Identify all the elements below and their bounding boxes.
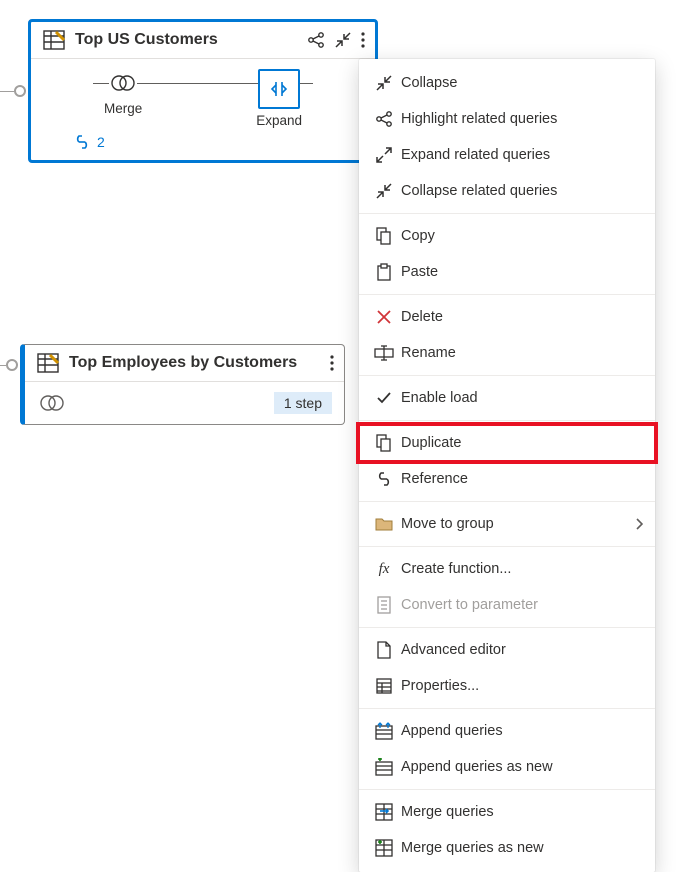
- menu-label: Duplicate: [401, 435, 643, 451]
- step-label: Expand: [256, 113, 302, 128]
- checkmark-icon: [371, 390, 397, 406]
- reference-icon: [371, 472, 397, 486]
- menu-label: Enable load: [401, 390, 643, 406]
- menu-label: Delete: [401, 309, 643, 325]
- menu-separator: [359, 420, 655, 421]
- reference-count[interactable]: 2: [31, 134, 375, 160]
- menu-item-advanced-editor[interactable]: Advanced editor: [359, 632, 655, 668]
- connector-node: [6, 359, 18, 371]
- menu-label: Rename: [401, 345, 643, 361]
- menu-label: Expand related queries: [401, 147, 643, 163]
- editor-icon: [371, 641, 397, 659]
- menu-item-rename[interactable]: Rename: [359, 335, 655, 371]
- chevron-right-icon: [635, 518, 643, 530]
- menu-separator: [359, 501, 655, 502]
- menu-item-append-queries[interactable]: Append queries: [359, 713, 655, 749]
- more-icon[interactable]: [330, 354, 334, 372]
- more-icon[interactable]: [361, 31, 365, 49]
- menu-label: Highlight related queries: [401, 111, 643, 127]
- parameter-icon: [371, 596, 397, 614]
- menu-label: Collapse related queries: [401, 183, 643, 199]
- card-body: Merge Expand: [31, 59, 375, 134]
- menu-item-duplicate[interactable]: Duplicate: [359, 425, 655, 461]
- menu-label: Properties...: [401, 678, 643, 694]
- menu-item-append-as-new[interactable]: Append queries as new: [359, 749, 655, 785]
- menu-separator: [359, 627, 655, 628]
- card-title: Top US Customers: [75, 31, 299, 49]
- table-icon: [41, 30, 67, 50]
- table-icon: [35, 353, 61, 373]
- menu-separator: [359, 789, 655, 790]
- menu-label: Append queries as new: [401, 759, 643, 775]
- step-label: Merge: [104, 101, 142, 116]
- copy-icon: [371, 227, 397, 245]
- menu-item-collapse-related[interactable]: Collapse related queries: [359, 173, 655, 209]
- collapse-icon: [371, 75, 397, 91]
- card-header: Top Employees by Customers: [25, 345, 344, 382]
- paste-icon: [371, 263, 397, 281]
- append-icon: [371, 722, 397, 740]
- menu-separator: [359, 213, 655, 214]
- share-icon[interactable]: [307, 31, 325, 49]
- connector-line: [0, 365, 6, 366]
- menu-item-create-function[interactable]: fx Create function...: [359, 551, 655, 587]
- card-body: 1 step: [25, 382, 344, 424]
- connector-line: [0, 91, 14, 92]
- menu-item-collapse[interactable]: Collapse: [359, 65, 655, 101]
- rename-icon: [371, 345, 397, 361]
- menu-label: Create function...: [401, 561, 643, 577]
- merge-icon[interactable]: [39, 393, 65, 413]
- menu-item-expand-related[interactable]: Expand related queries: [359, 137, 655, 173]
- menu-item-enable-load[interactable]: Enable load: [359, 380, 655, 416]
- connector-node: [14, 85, 26, 97]
- card-header: Top US Customers: [31, 22, 375, 59]
- menu-label: Reference: [401, 471, 643, 487]
- delete-icon: [371, 309, 397, 325]
- function-icon: fx: [371, 561, 397, 578]
- menu-label: Append queries: [401, 723, 643, 739]
- menu-item-paste[interactable]: Paste: [359, 254, 655, 290]
- menu-item-merge-queries[interactable]: Merge queries: [359, 794, 655, 830]
- menu-item-reference[interactable]: Reference: [359, 461, 655, 497]
- query-card-top-employees[interactable]: Top Employees by Customers 1 step: [20, 344, 345, 425]
- menu-label: Advanced editor: [401, 642, 643, 658]
- properties-icon: [371, 678, 397, 694]
- merge-icon: [371, 803, 397, 821]
- share-icon: [371, 110, 397, 128]
- query-context-menu: Collapse Highlight related queries Expan…: [359, 59, 655, 872]
- step-expand[interactable]: Expand: [256, 69, 302, 128]
- menu-label: Merge queries: [401, 804, 643, 820]
- menu-item-move-to-group[interactable]: Move to group: [359, 506, 655, 542]
- menu-separator: [359, 294, 655, 295]
- menu-label: Paste: [401, 264, 643, 280]
- menu-label: Convert to parameter: [401, 597, 643, 613]
- menu-separator: [359, 708, 655, 709]
- step-count-badge[interactable]: 1 step: [274, 392, 332, 414]
- menu-item-highlight-related[interactable]: Highlight related queries: [359, 101, 655, 137]
- reference-count-value: 2: [97, 134, 105, 150]
- merge-new-icon: [371, 839, 397, 857]
- duplicate-icon: [371, 434, 397, 452]
- folder-icon: [371, 517, 397, 531]
- expand-icon: [371, 147, 397, 163]
- menu-label: Move to group: [401, 516, 631, 532]
- menu-label: Copy: [401, 228, 643, 244]
- collapse-icon: [371, 183, 397, 199]
- menu-separator: [359, 375, 655, 376]
- menu-label: Merge queries as new: [401, 840, 643, 856]
- card-title: Top Employees by Customers: [69, 354, 322, 372]
- step-merge[interactable]: Merge: [104, 69, 142, 116]
- menu-item-convert-to-parameter: Convert to parameter: [359, 587, 655, 623]
- collapse-icon[interactable]: [335, 32, 351, 48]
- menu-separator: [359, 546, 655, 547]
- menu-item-merge-as-new[interactable]: Merge queries as new: [359, 830, 655, 866]
- query-card-top-us-customers[interactable]: Top US Customers Merge Expand: [28, 19, 378, 163]
- menu-label: Collapse: [401, 75, 643, 91]
- menu-item-copy[interactable]: Copy: [359, 218, 655, 254]
- menu-item-delete[interactable]: Delete: [359, 299, 655, 335]
- menu-item-properties[interactable]: Properties...: [359, 668, 655, 704]
- append-new-icon: [371, 758, 397, 776]
